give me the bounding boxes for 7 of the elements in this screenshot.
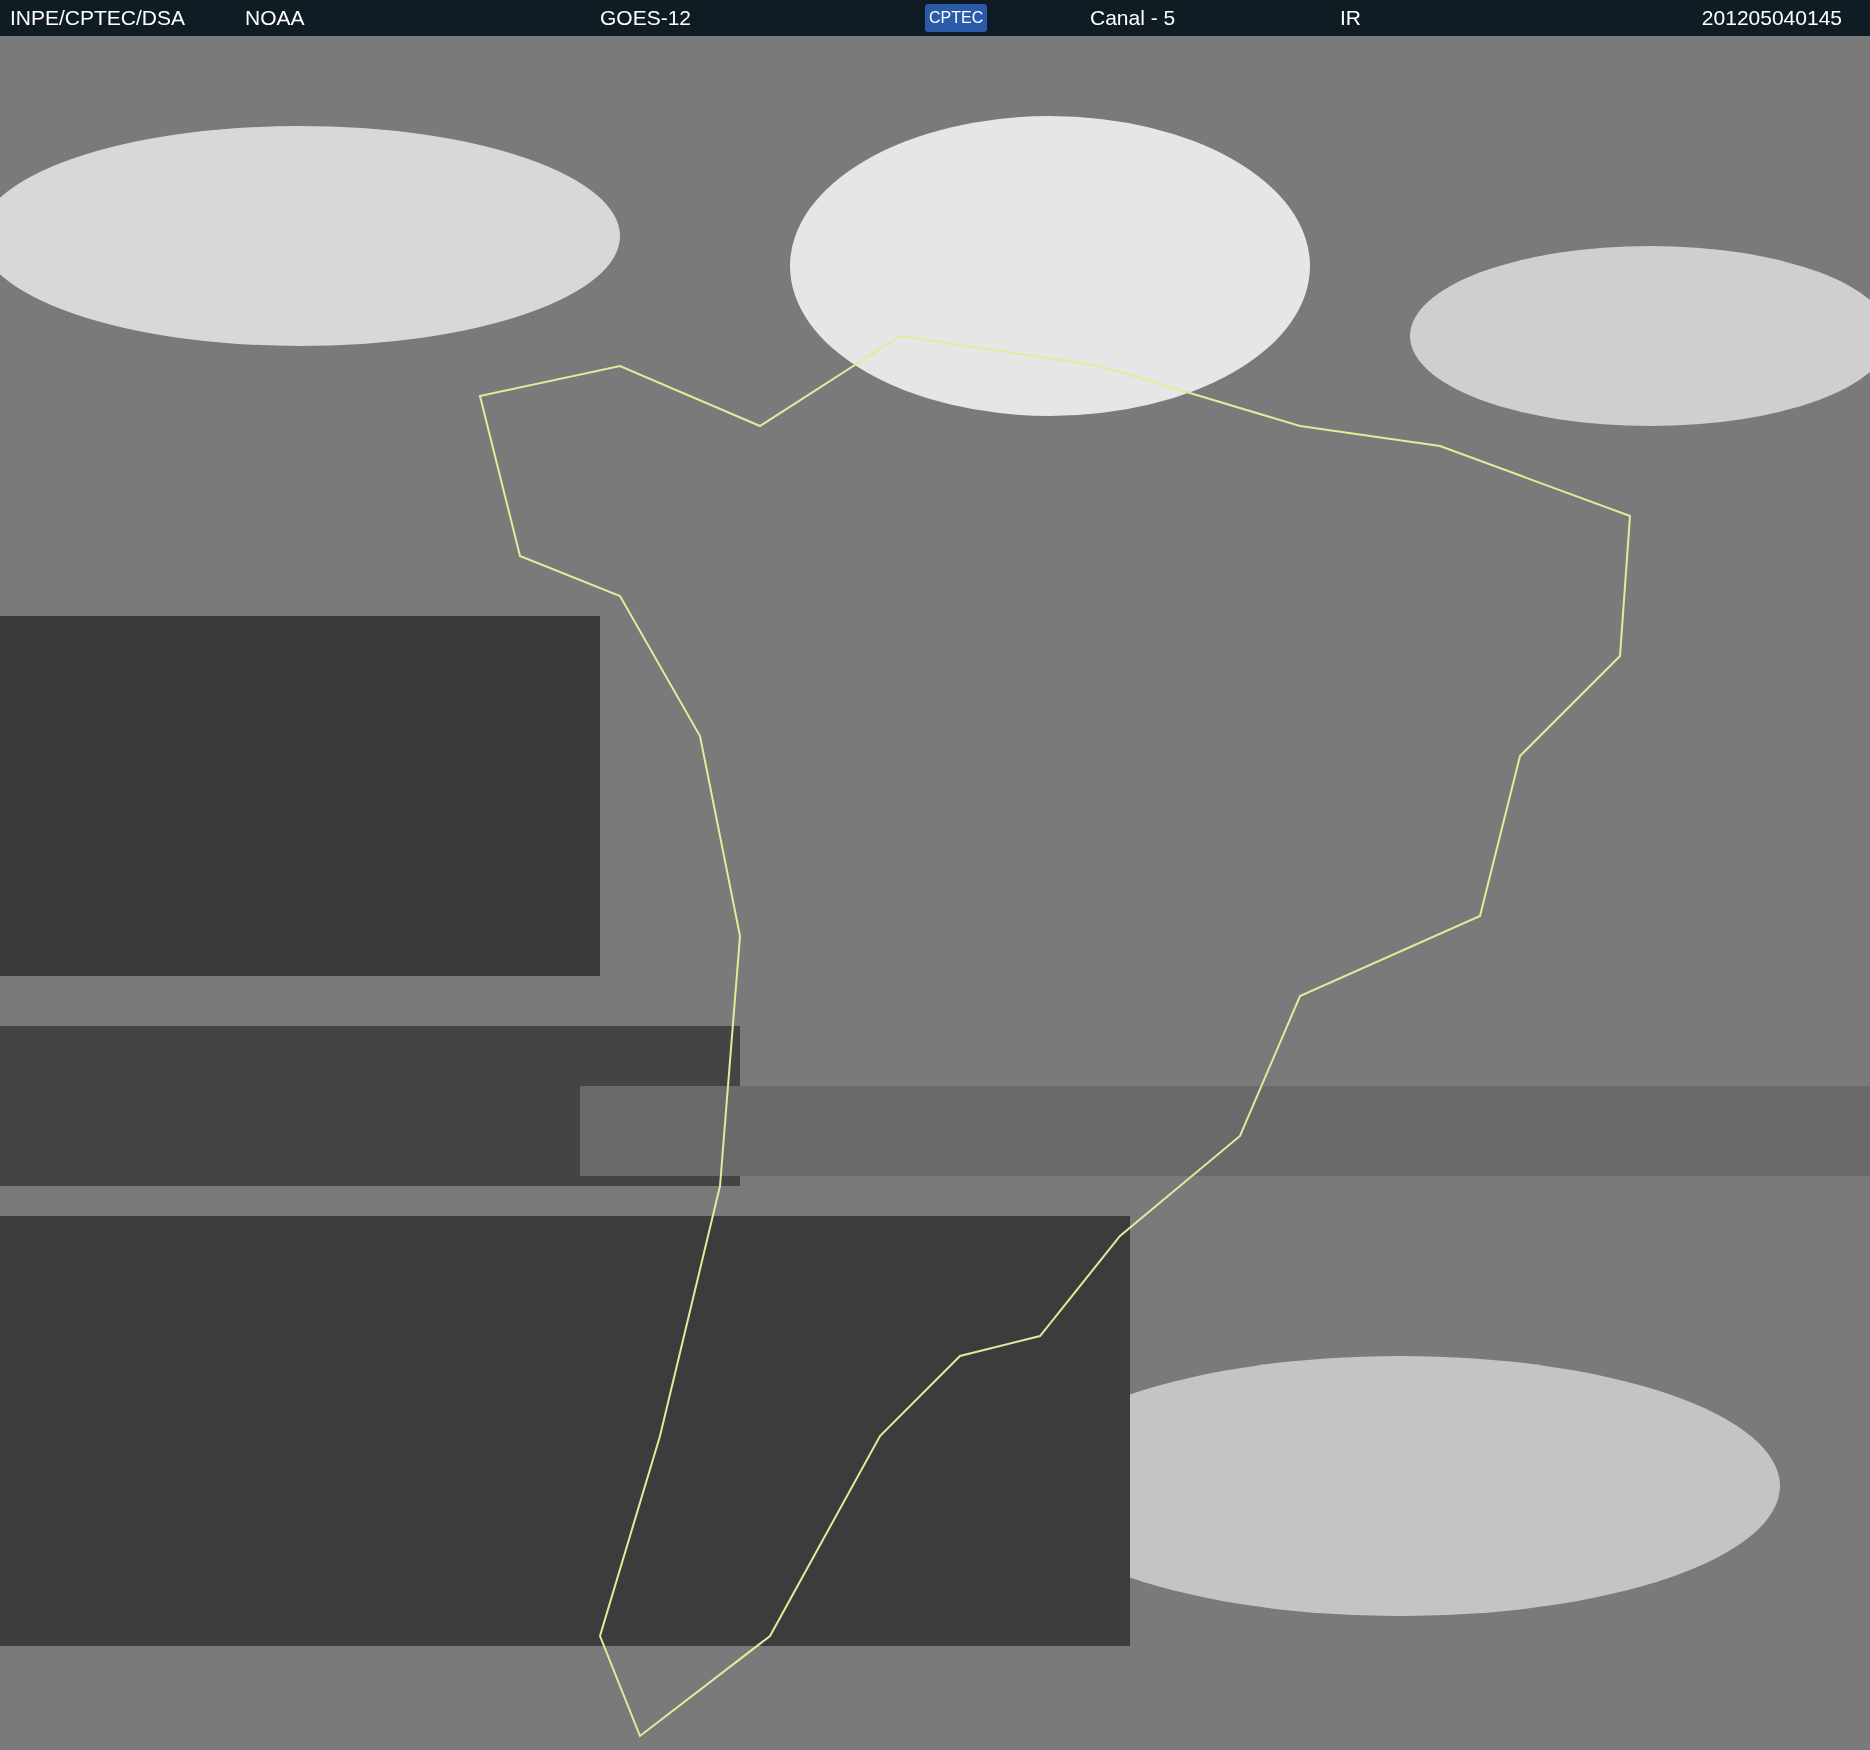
logo: CPTEC <box>925 4 988 32</box>
channel-label: Canal - 5 <box>1090 6 1176 30</box>
agency-label: NOAA <box>245 6 305 30</box>
timestamp-label: 201205040145 <box>1701 6 1843 30</box>
source-label: INPE/CPTEC/DSA <box>10 6 186 30</box>
satellite-label: GOES-12 <box>600 6 692 30</box>
band-label: IR <box>1340 6 1361 30</box>
